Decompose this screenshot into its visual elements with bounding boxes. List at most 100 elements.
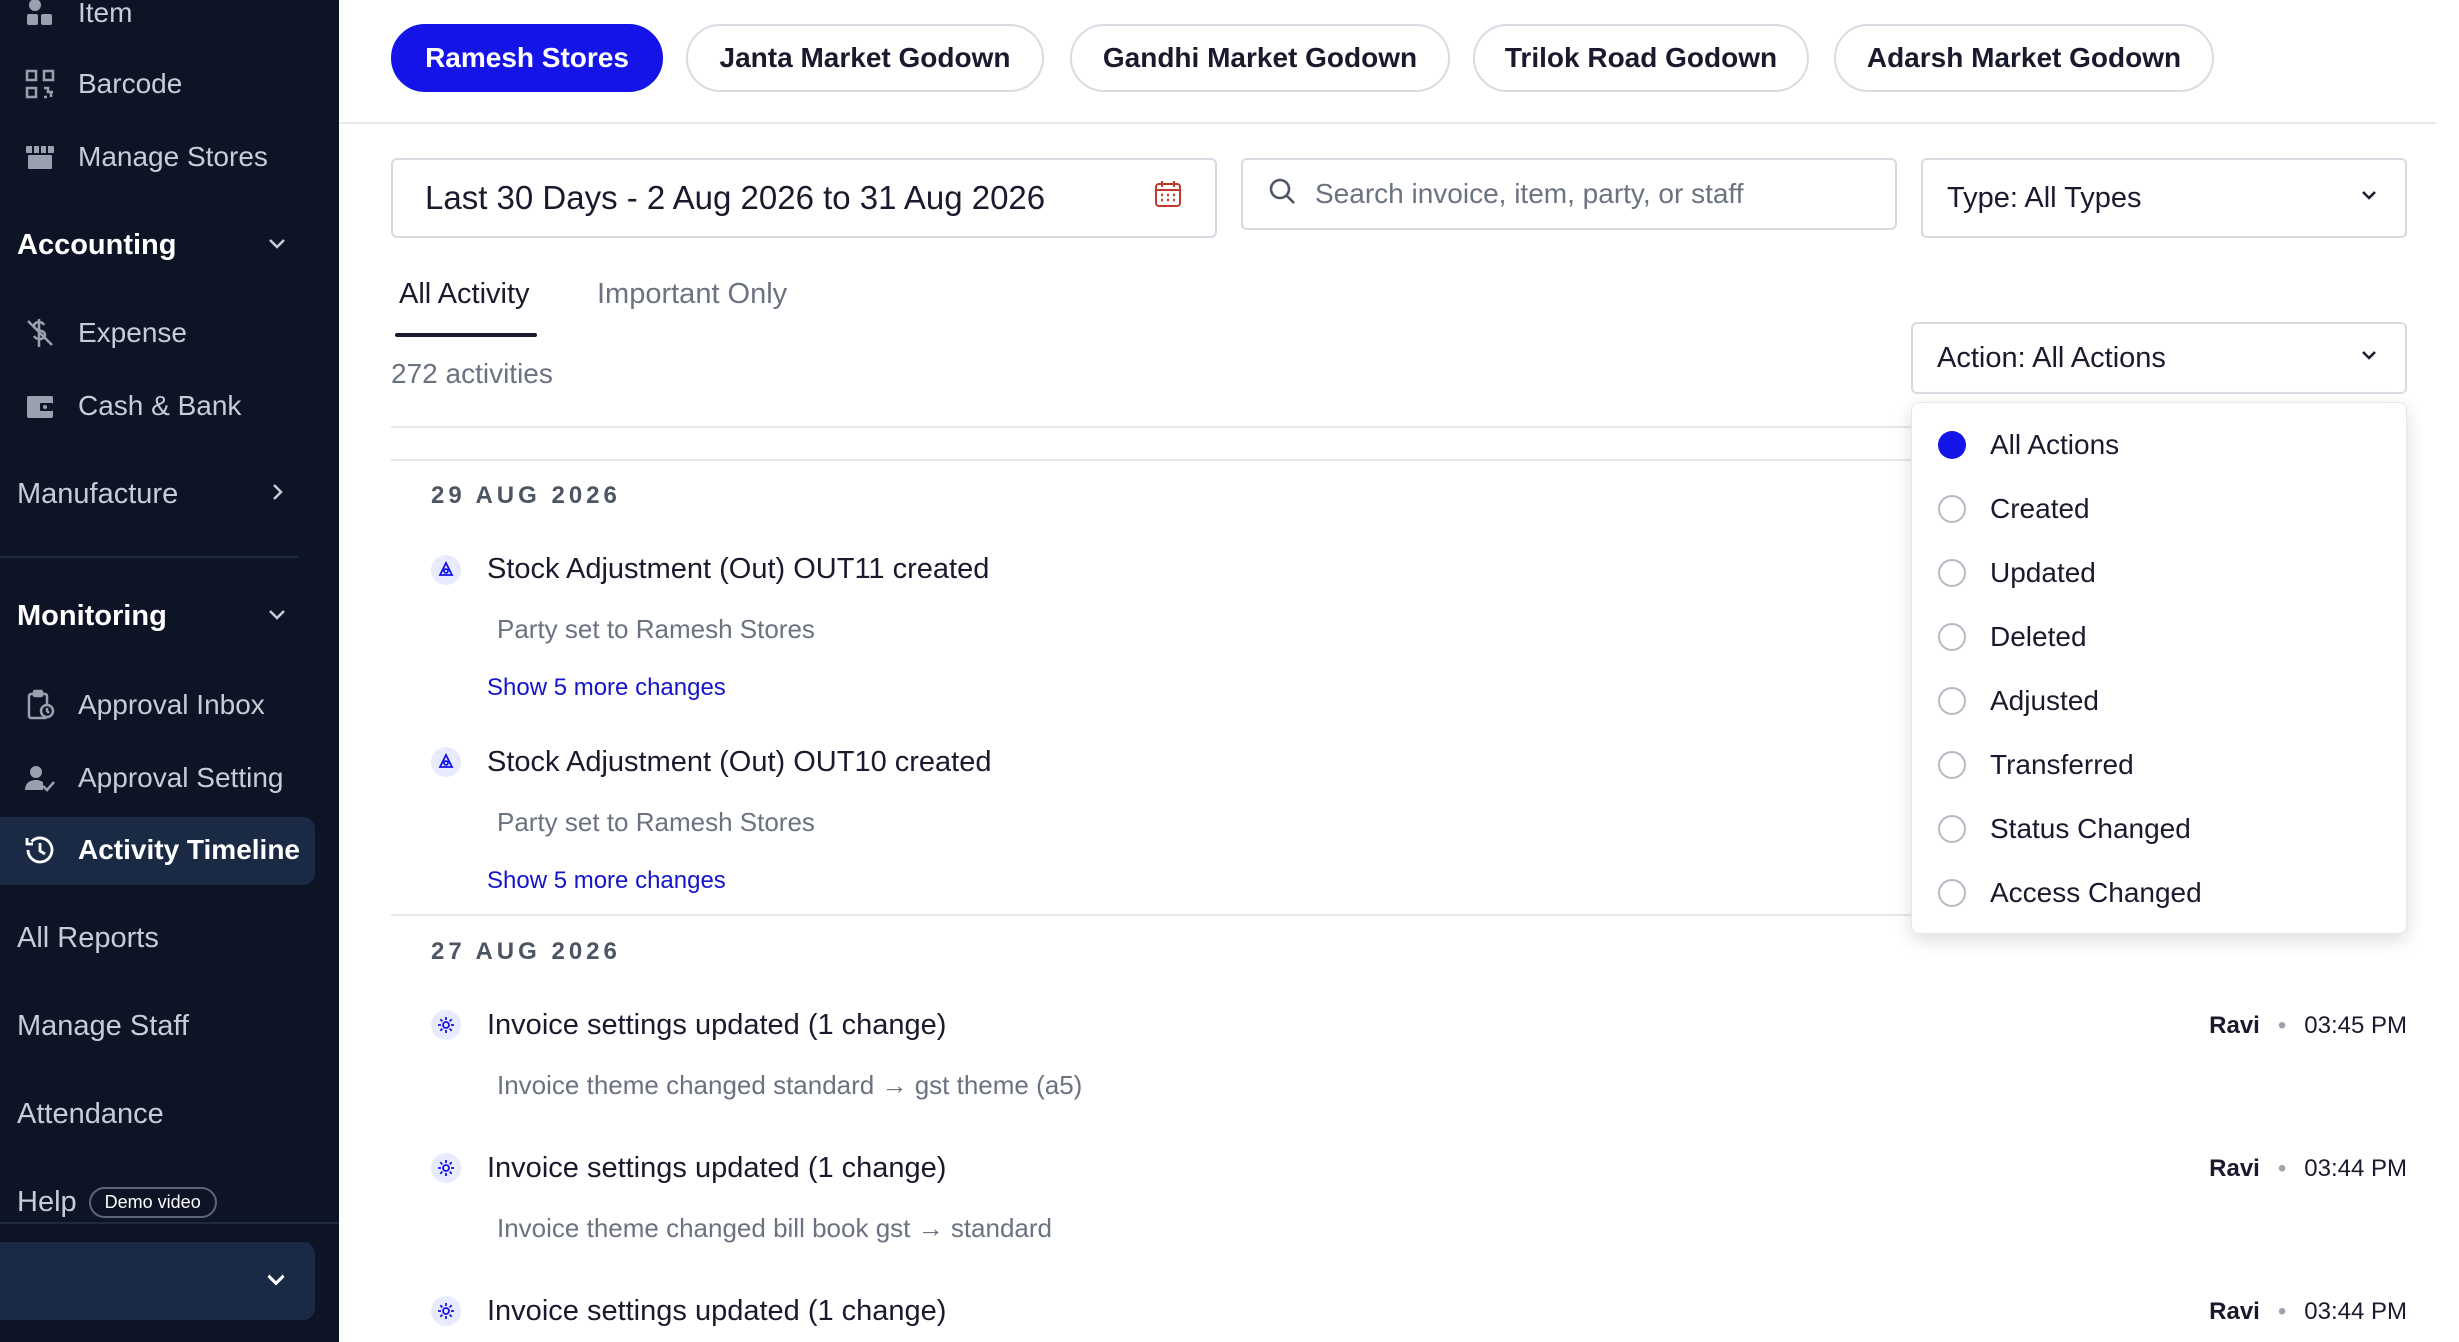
settings-gear-icon	[431, 1010, 461, 1040]
demo-video-badge[interactable]: Demo video	[88, 1186, 217, 1218]
section-label: Help	[17, 1185, 77, 1218]
action-option-status-changed[interactable]: Status Changed	[1912, 797, 2408, 861]
activity-time: 03:44 PM	[2304, 1155, 2407, 1182]
main-content: Ramesh Stores Janta Market Godown Gandhi…	[339, 0, 2459, 1342]
active-tab-underline	[395, 333, 537, 337]
chevron-down-icon	[265, 602, 289, 631]
radio-icon	[1938, 623, 1966, 651]
option-label: All Actions	[1990, 429, 2120, 460]
store-tab-ramesh-stores[interactable]: Ramesh Stores	[391, 24, 663, 92]
action-option-adjusted[interactable]: Adjusted	[1912, 669, 2408, 733]
action-filter-value: Action: All Actions	[1937, 341, 2166, 374]
sidebar-item-label: Item	[78, 0, 133, 28]
divider	[391, 914, 1911, 916]
sidebar-item-activity-timeline[interactable]: Activity Timeline	[0, 815, 339, 885]
sidebar-item-approval-setting[interactable]: Approval Setting	[0, 743, 339, 813]
action-option-deleted[interactable]: Deleted	[1912, 605, 2408, 669]
sidebar-item-barcode[interactable]: Barcode	[0, 49, 339, 119]
action-option-created[interactable]: Created	[1912, 477, 2408, 541]
date-range-picker[interactable]: Last 30 Days - 2 Aug 2026 to 31 Aug 2026	[391, 158, 1217, 238]
item-icon	[20, 0, 60, 33]
sidebar-item-expense[interactable]: Expense	[0, 298, 339, 368]
action-option-updated[interactable]: Updated	[1912, 541, 2408, 605]
activity-meta: Ravi • 03:44 PM	[2209, 1298, 2407, 1326]
sidebar-section-accounting[interactable]: Accounting	[0, 210, 339, 280]
radio-icon	[1938, 879, 1966, 907]
section-label: Manufacture	[17, 477, 179, 510]
chevron-right-icon	[265, 480, 289, 509]
activity-detail: Party set to Ramesh Stores	[497, 807, 815, 837]
activity-title: Stock Adjustment (Out) OUT11 created	[487, 553, 990, 585]
sidebar-divider	[0, 556, 298, 558]
stock-adjustment-icon	[431, 555, 461, 585]
activity-meta: Ravi • 03:44 PM	[2209, 1155, 2407, 1183]
sidebar-item-label: Approval Setting	[78, 762, 284, 793]
activity-title: Stock Adjustment (Out) OUT10 created	[487, 746, 992, 778]
chevron-down-icon	[2357, 182, 2381, 215]
sidebar-item-all-reports[interactable]: All Reports	[0, 903, 339, 973]
option-label: Transferred	[1990, 749, 2134, 780]
store-tabs: Ramesh Stores Janta Market Godown Gandhi…	[339, 0, 2436, 124]
separator-dot: •	[2277, 1012, 2287, 1039]
show-more-changes-link[interactable]: Show 5 more changes	[487, 867, 726, 895]
expense-icon	[20, 313, 60, 353]
settings-gear-icon	[431, 1153, 461, 1183]
search-field[interactable]	[1241, 158, 1897, 230]
activity-title: Invoice settings updated (1 change)	[487, 1152, 947, 1184]
sidebar-account-switcher[interactable]	[0, 1242, 315, 1320]
user-check-icon	[20, 758, 60, 798]
sidebar-item-cash-bank[interactable]: Cash & Bank	[0, 371, 339, 441]
section-label: All Reports	[17, 921, 159, 954]
type-filter-select[interactable]: Type: All Types	[1921, 158, 2407, 238]
barcode-icon	[20, 64, 60, 104]
sidebar-item-manage-stores[interactable]: Manage Stores	[0, 122, 339, 192]
sidebar-item-label: Approval Inbox	[78, 689, 265, 720]
activity-title: Invoice settings updated (1 change)	[487, 1295, 947, 1327]
date-group-header: 29 AUG 2026	[431, 482, 621, 509]
sidebar-section-monitoring[interactable]: Monitoring	[0, 581, 339, 651]
action-option-transferred[interactable]: Transferred	[1912, 733, 2408, 797]
settings-gear-icon	[431, 1296, 461, 1326]
sidebar-section-manufacture[interactable]: Manufacture	[0, 459, 339, 529]
store-tab-gandhi-market-godown[interactable]: Gandhi Market Godown	[1070, 24, 1450, 92]
radio-icon	[1938, 751, 1966, 779]
date-group-header: 27 AUG 2026	[431, 938, 621, 965]
tab-all-activity[interactable]: All Activity	[399, 278, 530, 311]
sidebar-divider	[0, 1222, 339, 1224]
staff-name: Ravi	[2209, 1012, 2260, 1039]
option-label: Created	[1990, 493, 2090, 524]
activity-time: 03:44 PM	[2304, 1298, 2407, 1325]
search-input[interactable]	[1315, 178, 1871, 210]
show-more-changes-link[interactable]: Show 5 more changes	[487, 674, 726, 702]
sidebar-item-item[interactable]: Item	[0, 0, 339, 48]
sidebar: Item Barcode Manage Stores Accounting Ex…	[0, 0, 339, 1342]
sidebar-item-label: Activity Timeline	[78, 834, 301, 865]
staff-name: Ravi	[2209, 1298, 2260, 1325]
store-icon	[20, 137, 60, 177]
sidebar-item-help[interactable]: Help Demo video	[0, 1167, 339, 1237]
action-option-access-changed[interactable]: Access Changed	[1912, 861, 2408, 925]
chevron-down-icon	[263, 1266, 289, 1297]
type-filter-value: Type: All Types	[1947, 181, 2142, 214]
action-filter-dropdown: All Actions Created Updated Deleted Adju…	[1911, 402, 2407, 934]
action-option-all-actions[interactable]: All Actions	[1912, 413, 2408, 477]
sidebar-item-approval-inbox[interactable]: Approval Inbox	[0, 670, 339, 740]
wallet-icon	[20, 386, 60, 426]
chevron-down-icon	[265, 231, 289, 260]
sidebar-item-label: Cash & Bank	[78, 390, 242, 421]
tab-important-only[interactable]: Important Only	[597, 278, 787, 311]
radio-icon	[1938, 495, 1966, 523]
staff-name: Ravi	[2209, 1155, 2260, 1182]
store-tab-trilok-road-godown[interactable]: Trilok Road Godown	[1473, 24, 1809, 92]
separator-dot: •	[2277, 1155, 2287, 1182]
sidebar-item-attendance[interactable]: Attendance	[0, 1079, 339, 1149]
radio-icon	[1938, 559, 1966, 587]
activity-title: Invoice settings updated (1 change)	[487, 1009, 947, 1041]
action-filter-select[interactable]: Action: All Actions	[1911, 322, 2407, 394]
option-label: Access Changed	[1990, 877, 2202, 908]
sidebar-item-manage-staff[interactable]: Manage Staff	[0, 991, 339, 1061]
divider	[391, 459, 1911, 461]
store-tab-adarsh-market-godown[interactable]: Adarsh Market Godown	[1834, 24, 2214, 92]
store-tab-janta-market-godown[interactable]: Janta Market Godown	[686, 24, 1044, 92]
section-label: Manage Staff	[17, 1009, 189, 1042]
